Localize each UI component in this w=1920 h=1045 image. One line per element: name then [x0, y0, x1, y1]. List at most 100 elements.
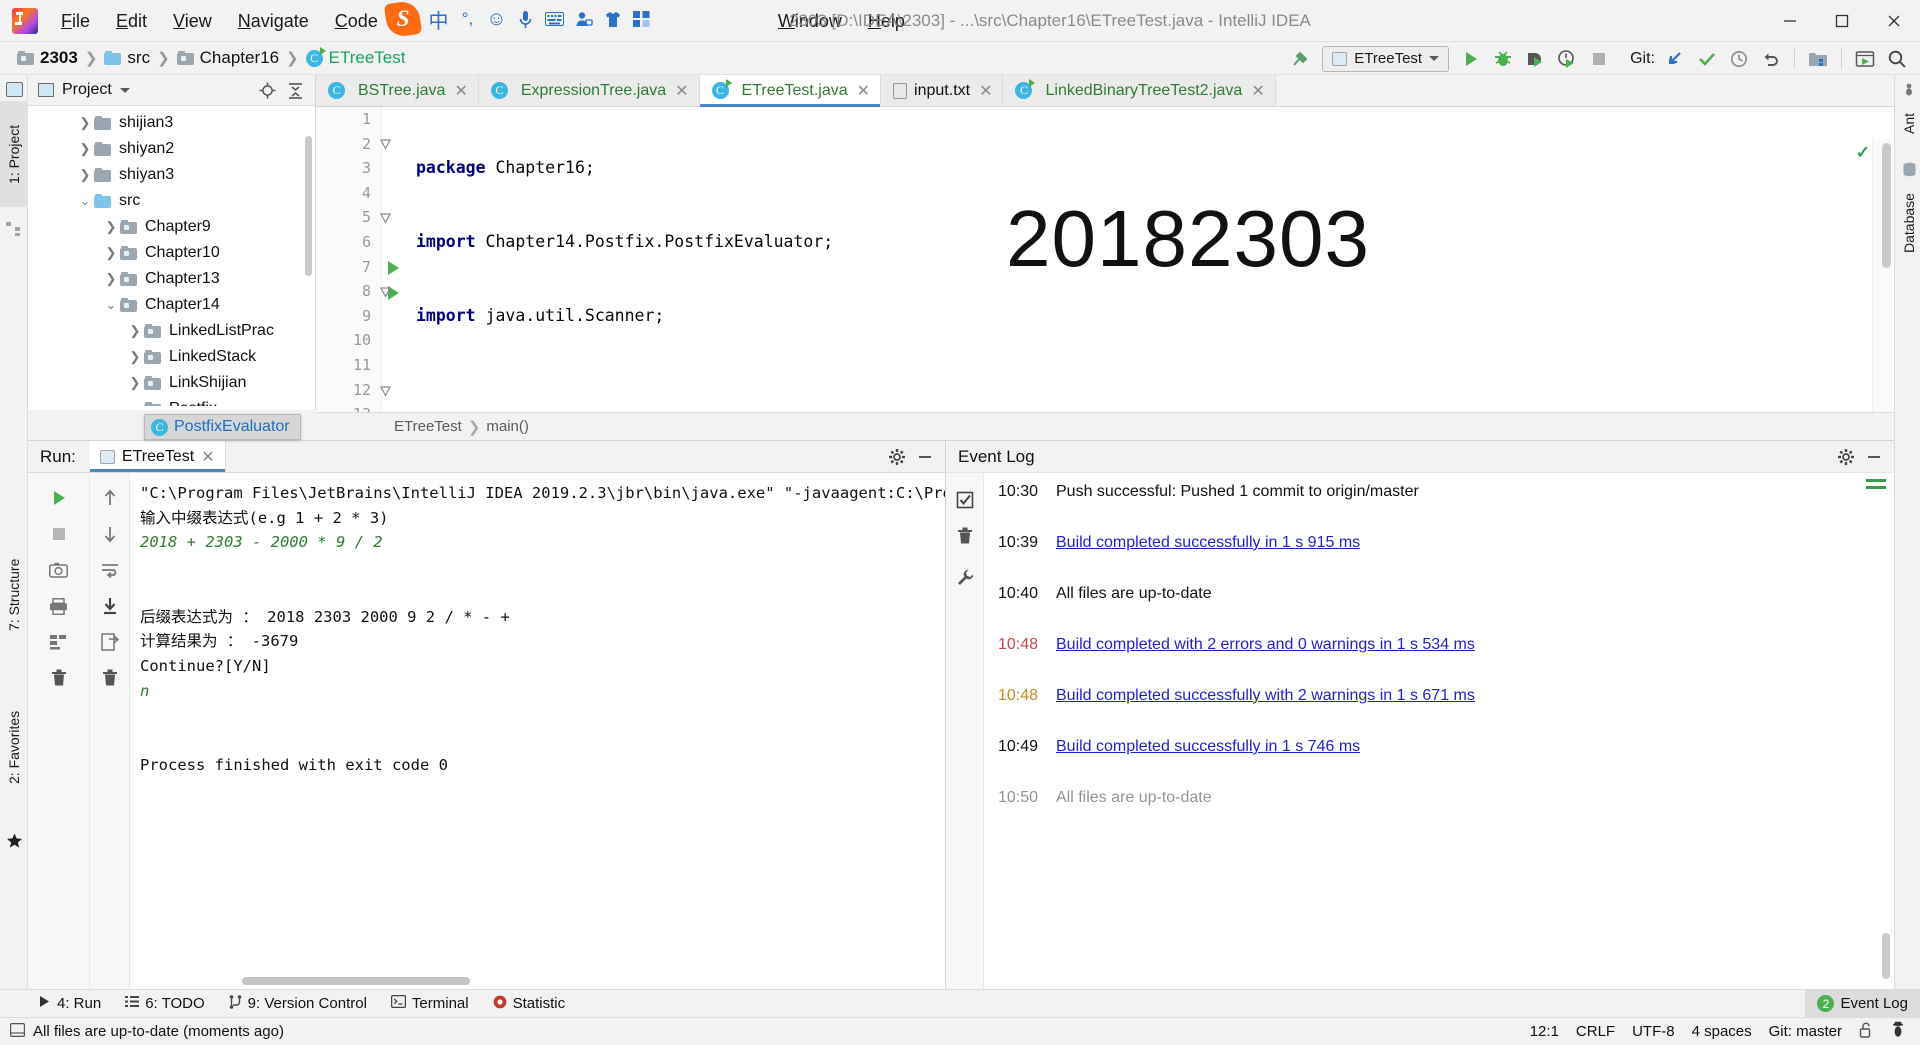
tab-expressiontree-java[interactable]: C ExpressionTree.java ✕ — [478, 75, 700, 106]
sidebar-item-structure[interactable]: 7: Structure — [0, 525, 28, 665]
close-icon[interactable]: ✕ — [1251, 81, 1264, 101]
menu-code[interactable]: Code — [322, 0, 391, 42]
project-tree[interactable]: ❯ shijian3 ❯ shiyan2 ❯ shiyan3 ⌄ src ❯ C… — [28, 106, 315, 406]
project-tree-scrollbar[interactable] — [305, 136, 312, 276]
chinese-mode-icon[interactable]: 中 — [425, 4, 452, 34]
run-configuration-selector[interactable]: ETreeTest — [1322, 45, 1450, 72]
update-project-button[interactable] — [1660, 45, 1690, 73]
stop-button[interactable] — [1584, 45, 1614, 73]
tab-input-txt[interactable]: input.txt ✕ — [881, 75, 1004, 106]
encoding-indicator[interactable]: UTF-8 — [1632, 1023, 1675, 1040]
close-button[interactable] — [1868, 0, 1920, 42]
event-message-link[interactable]: Build completed successfully in 1 s 746 … — [1056, 738, 1360, 756]
sogou-ime-toolbar[interactable]: S 中 °, ☺ — [383, 0, 650, 39]
event-log-row[interactable]: 10:48 Build completed with 2 errors and … — [984, 632, 1894, 683]
event-log-row[interactable]: 10:30 Push successful: Pushed 1 commit t… — [984, 479, 1894, 530]
structure-strip-icon[interactable] — [4, 219, 24, 239]
tree-node-src[interactable]: ⌄ src — [28, 188, 315, 214]
hide-icon[interactable] — [913, 445, 937, 469]
breadcrumb-package[interactable]: Chapter16 — [174, 47, 282, 69]
chevron-right-icon[interactable]: ❯ — [76, 115, 94, 131]
sidebar-item-ant[interactable]: Ant — [1895, 97, 1920, 149]
bottom-item-version-control[interactable]: 9: Version Control — [217, 990, 379, 1018]
collapse-all-icon[interactable] — [283, 78, 307, 102]
clear-all-button[interactable] — [40, 661, 78, 695]
git-branch-indicator[interactable]: Git: master — [1769, 1023, 1842, 1040]
settings-icon[interactable] — [1834, 445, 1858, 469]
breadcrumb-class[interactable]: C ETreeTest — [303, 46, 409, 69]
breadcrumb-method-name[interactable]: main() — [486, 418, 529, 435]
sogou-logo-icon[interactable]: S — [383, 0, 423, 39]
tree-node[interactable]: ❯ shiyan3 — [28, 162, 315, 188]
favorites-star-icon[interactable] — [4, 831, 24, 851]
event-log-row[interactable]: 10:39 Build completed successfully in 1 … — [984, 530, 1894, 581]
menu-edit[interactable]: Edit — [103, 0, 160, 42]
event-message-link[interactable]: Build completed with 2 errors and 0 warn… — [1056, 636, 1475, 654]
run-button[interactable] — [1456, 45, 1486, 73]
close-icon[interactable]: ✕ — [675, 81, 688, 101]
event-log-row[interactable]: 10:40 All files are up-to-date — [984, 581, 1894, 632]
event-log-entries[interactable]: 10:30 Push successful: Pushed 1 commit t… — [984, 473, 1894, 989]
soft-keyboard-icon[interactable] — [541, 4, 568, 34]
tab-bstree-java[interactable]: C BSTree.java ✕ — [316, 75, 479, 106]
code-editor[interactable]: 1 2 3 4 5 6 7 8 9 10 11 12 13 — [316, 107, 1894, 440]
export-button[interactable] — [91, 625, 129, 659]
print-button[interactable] — [40, 589, 78, 623]
tree-node-postfixevaluator[interactable]: C PostfixEvaluator — [144, 414, 301, 440]
tree-node[interactable]: ❯ Chapter9 — [28, 214, 315, 240]
commit-button[interactable] — [1692, 45, 1722, 73]
tab-etreetest-java[interactable]: C ETreeTest.java ✕ — [699, 75, 882, 107]
ant-strip-icon[interactable] — [1899, 79, 1919, 99]
breadcrumb-module[interactable]: 2303 — [14, 47, 81, 69]
tree-node-postfix[interactable]: ⌄ Postfix — [28, 396, 315, 406]
rerun-button[interactable] — [40, 481, 78, 515]
tree-node[interactable]: ❯ LinkShijian — [28, 370, 315, 396]
fold-marker-icon[interactable] — [380, 384, 391, 397]
chevron-right-icon[interactable]: ❯ — [76, 141, 94, 157]
chevron-down-icon[interactable]: ⌄ — [126, 401, 144, 406]
tree-node[interactable]: ❯ shiyan2 — [28, 136, 315, 162]
bottom-item-run[interactable]: 4: Run — [26, 990, 113, 1018]
select-run-target-button[interactable] — [1850, 45, 1880, 73]
wrap-lines-button[interactable] — [91, 553, 129, 587]
screenshot-button[interactable] — [40, 553, 78, 587]
stop-button[interactable] — [40, 517, 78, 551]
run-console-output[interactable]: "C:\Program Files\JetBrains\IntelliJ IDE… — [130, 473, 945, 989]
debug-button[interactable] — [1488, 45, 1518, 73]
sidebar-item-favorites[interactable]: 2: Favorites — [0, 675, 28, 820]
punctuation-icon[interactable]: °, — [454, 4, 481, 34]
soft-wrap-button[interactable] — [40, 625, 78, 659]
scroll-to-end-button[interactable] — [91, 589, 129, 623]
rollback-button[interactable] — [1756, 45, 1786, 73]
profile-button[interactable] — [1552, 45, 1582, 73]
minimize-button[interactable] — [1764, 0, 1816, 42]
indent-indicator[interactable]: 4 spaces — [1692, 1023, 1752, 1040]
tree-node[interactable]: ❯ LinkedListPrac — [28, 318, 315, 344]
breadcrumb-src[interactable]: src — [101, 47, 153, 69]
sidebar-item-project[interactable]: 1: Project — [0, 101, 28, 207]
chevron-right-icon[interactable]: ❯ — [102, 219, 120, 235]
event-log-scrollbar[interactable] — [1882, 933, 1890, 979]
scroll-up-button[interactable] — [91, 481, 129, 515]
settings-wrench-icon[interactable] — [949, 561, 981, 595]
tree-node-chapter14[interactable]: ⌄ Chapter14 — [28, 292, 315, 318]
chevron-right-icon[interactable]: ❯ — [126, 375, 144, 391]
history-button[interactable] — [1724, 45, 1754, 73]
run-tab-etreetest[interactable]: ETreeTest ✕ — [89, 441, 226, 472]
sidebar-item-database[interactable]: Database — [1895, 175, 1920, 271]
maximize-button[interactable] — [1816, 0, 1868, 42]
chevron-down-icon[interactable]: ⌄ — [102, 297, 120, 313]
build-project-button[interactable] — [1285, 45, 1315, 73]
delete-button[interactable] — [91, 661, 129, 695]
unlocked-icon[interactable] — [1859, 1022, 1873, 1042]
toolbox-icon[interactable] — [628, 4, 655, 34]
editor-scrollbar[interactable] — [1882, 143, 1891, 268]
menu-view[interactable]: View — [160, 0, 225, 42]
fold-marker-icon[interactable] — [380, 137, 391, 150]
settings-icon[interactable] — [885, 445, 909, 469]
locate-file-icon[interactable] — [255, 78, 279, 102]
chevron-right-icon[interactable]: ❯ — [76, 167, 94, 183]
event-message-link[interactable]: Build completed successfully with 2 warn… — [1056, 687, 1475, 705]
caret-position[interactable]: 12:1 — [1530, 1023, 1559, 1040]
hide-icon[interactable] — [1862, 445, 1886, 469]
